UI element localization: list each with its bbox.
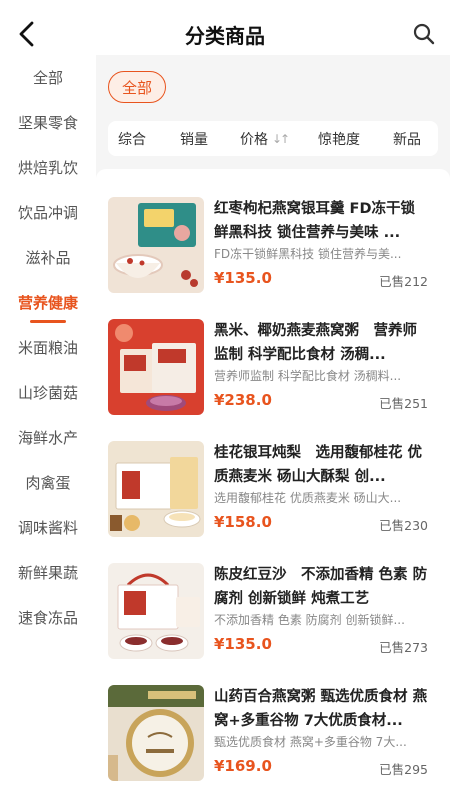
sidebar-item-meat-eggs[interactable]: 肉禽蛋 (0, 460, 96, 505)
product-image (108, 441, 204, 537)
sidebar-item-label: 山珍菌菇 (17, 384, 78, 402)
product-card[interactable]: 陈皮红豆沙 不添加香精 色素 防腐剂 创新锁鲜 炖煮工艺 不添加香精 色素 防腐… (96, 559, 450, 669)
sidebar-item-label: 米面粮油 (17, 339, 78, 357)
sort-label: 新品 (393, 131, 421, 148)
product-title: 山药百合燕窝粥 甄选优质食材 燕窝+多重谷物 7大优质食材... (214, 689, 428, 729)
product-price: ¥169.0 (214, 757, 272, 775)
product-subtitle: 甄选优质食材 燕窝+多重谷物 7大... (214, 735, 407, 749)
product-price: ¥135.0 (214, 269, 272, 287)
sidebar-item-all[interactable]: 全部 (0, 55, 96, 100)
product-list: 红枣枸杞燕窝银耳羹 FD冻干锁鲜黑科技 锁住营养与美味 ... FD冻干锁鲜黑科… (96, 169, 450, 800)
sidebar-item-tonics[interactable]: 滋补品 (0, 235, 96, 280)
search-button[interactable] (408, 18, 440, 50)
sidebar-item-sauces[interactable]: 调味酱料 (0, 505, 96, 550)
sidebar-item-label: 速食冻品 (17, 609, 78, 627)
product-subtitle: 营养师监制 科学配比食材 汤稠料... (214, 369, 402, 383)
category-sidebar: 全部 坚果零食 烘焙乳饮 饮品冲调 滋补品 营养健康 米面粮油 山珍菌菇 海鲜水… (0, 55, 96, 800)
product-title: 陈皮红豆沙 不添加香精 色素 防腐剂 创新锁鲜 炖煮工艺 (214, 567, 428, 607)
product-card[interactable]: 山药百合燕窝粥 甄选优质食材 燕窝+多重谷物 7大优质食材... 甄选优质食材 … (96, 681, 450, 791)
sort-comprehensive[interactable]: 综合 (118, 121, 146, 156)
sort-label: 综合 (118, 131, 146, 148)
product-image (108, 685, 204, 781)
product-card[interactable]: 黑米、椰奶燕麦燕窝粥 营养师监制 科学配比食材 汤稠... 营养师监制 科学配比… (96, 315, 450, 425)
product-title: 黑米、椰奶燕麦燕窝粥 营养师监制 科学配比食材 汤稠... (214, 323, 417, 363)
sidebar-item-fresh-produce[interactable]: 新鲜果蔬 (0, 550, 96, 595)
product-price: ¥135.0 (214, 635, 272, 653)
product-sold-count: 已售251 (379, 396, 428, 411)
sidebar-item-label: 新鲜果蔬 (17, 564, 78, 582)
sort-label: 价格 (240, 131, 268, 148)
sort-bar: 综合 销量 价格 ↓↑ 惊艳度 新品 (108, 121, 438, 156)
sidebar-item-label: 全部 (32, 69, 63, 87)
product-card[interactable]: 红枣枸杞燕窝银耳羹 FD冻干锁鲜黑科技 锁住营养与美味 ... FD冻干锁鲜黑科… (96, 193, 450, 303)
product-image (108, 563, 204, 659)
sidebar-item-label: 烘焙乳饮 (17, 159, 78, 177)
sidebar-item-nutrition-health[interactable]: 营养健康 (0, 280, 96, 325)
sidebar-item-label: 滋补品 (25, 249, 71, 267)
search-icon (413, 23, 435, 45)
sidebar-item-drinks[interactable]: 饮品冲调 (0, 190, 96, 235)
sidebar-item-label: 调味酱料 (17, 519, 78, 537)
sidebar-item-label: 肉禽蛋 (25, 474, 71, 492)
product-sold-count: 已售273 (379, 640, 428, 655)
product-price: ¥158.0 (214, 513, 272, 531)
sidebar-item-label: 海鲜水产 (17, 429, 78, 447)
sidebar-item-seafood[interactable]: 海鲜水产 (0, 415, 96, 460)
sidebar-item-mushrooms[interactable]: 山珍菌菇 (0, 370, 96, 415)
main-panel: 全部 综合 销量 价格 ↓↑ 惊艳度 新品 红枣枸杞燕窝银耳羹 FD冻干锁鲜黑科… (96, 55, 450, 800)
sort-price[interactable]: 价格 ↓↑ (240, 121, 290, 156)
product-image (108, 197, 204, 293)
product-sold-count: 已售295 (379, 762, 428, 777)
product-image (108, 319, 204, 415)
page-title: 分类商品 (185, 24, 265, 48)
product-subtitle: 选用馥郁桂花 优质燕麦米 砀山大... (214, 491, 402, 505)
sort-new[interactable]: 新品 (393, 121, 421, 156)
sidebar-item-grains-oils[interactable]: 米面粮油 (0, 325, 96, 370)
filter-chip-all[interactable]: 全部 (108, 71, 167, 103)
product-subtitle: FD冻干锁鲜黑科技 锁住营养与美... (214, 247, 402, 261)
sidebar-item-label: 营养健康 (17, 294, 78, 312)
sort-amazing[interactable]: 惊艳度 (318, 121, 360, 156)
product-title: 红枣枸杞燕窝银耳羹 FD冻干锁鲜黑科技 锁住营养与美味 ... (214, 201, 415, 241)
sidebar-item-label: 饮品冲调 (17, 204, 78, 222)
active-indicator (30, 320, 66, 323)
sidebar-item-bakery-dairy[interactable]: 烘焙乳饮 (0, 145, 96, 190)
product-sold-count: 已售230 (379, 518, 428, 533)
sort-label: 惊艳度 (318, 131, 360, 148)
sort-arrows-icon: ↓↑ (272, 131, 290, 146)
product-sold-count: 已售212 (379, 274, 428, 289)
sidebar-item-label: 坚果零食 (17, 114, 78, 132)
sidebar-item-frozen-food[interactable]: 速食冻品 (0, 595, 96, 640)
product-card[interactable]: 桂花银耳炖梨 选用馥郁桂花 优质燕麦米 砀山大酥梨 创... 选用馥郁桂花 优质… (96, 437, 450, 547)
sort-label: 销量 (180, 131, 208, 148)
product-subtitle: 不添加香精 色素 防腐剂 创新锁鲜... (214, 613, 405, 627)
product-price: ¥238.0 (214, 391, 272, 409)
product-title: 桂花银耳炖梨 选用馥郁桂花 优质燕麦米 砀山大酥梨 创... (214, 445, 423, 485)
sidebar-item-nuts-snacks[interactable]: 坚果零食 (0, 100, 96, 145)
sort-sales[interactable]: 销量 (180, 121, 208, 156)
